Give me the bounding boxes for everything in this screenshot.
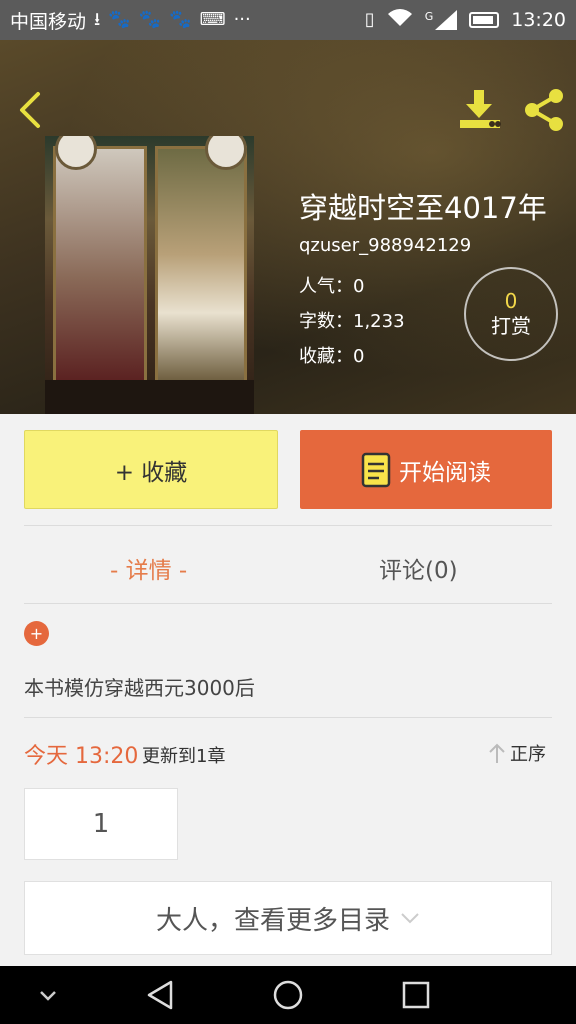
divider (24, 717, 552, 718)
carrier-label: 中国移动 (10, 10, 87, 33)
chapter-item[interactable]: 1 (24, 788, 178, 860)
status-right: ▯ G 13:20 (365, 0, 566, 40)
cover-panel-right (155, 146, 247, 386)
more-notifications-icon: ··· (233, 9, 251, 30)
download-button[interactable] (458, 88, 502, 132)
nav-back-button[interactable] (138, 966, 182, 1024)
reward-count: 0 (504, 289, 518, 313)
book-description: 本书模仿穿越西元3000后 (24, 676, 255, 700)
reward-label: 打赏 (491, 314, 531, 338)
word-count-stat: 字数：1,233 (299, 311, 405, 332)
system-nav-bar (0, 966, 576, 1024)
update-status: 更新到1章 (142, 746, 226, 767)
wifi-icon (387, 8, 413, 32)
update-time: 今天 13:20 (24, 744, 139, 769)
book-header: 穿越时空至4017年 qzuser_988942129 人气：0 字数：1,23… (0, 40, 576, 414)
chevron-down-icon (401, 913, 419, 924)
start-reading-label: 开始阅读 (399, 459, 491, 486)
keyboard-icon: ⌨ (199, 9, 226, 30)
clock-label: 13:20 (511, 9, 566, 31)
book-title: 穿越时空至4017年 (299, 191, 547, 225)
sort-order-button[interactable]: 正序 (488, 740, 546, 766)
tab-comments[interactable]: 评论(0) (379, 548, 458, 588)
back-arrow-icon (20, 92, 40, 128)
expand-description-button[interactable]: + (24, 621, 49, 646)
share-button[interactable] (522, 88, 566, 132)
vibrate-icon: ▯ (364, 9, 375, 30)
book-cover-image (45, 136, 254, 414)
tab-details[interactable]: - 详情 - (110, 548, 187, 588)
nav-home-icon (273, 980, 303, 1010)
arrow-up-icon (489, 743, 505, 763)
add-favorite-label: + 收藏 (114, 459, 188, 486)
nav-recent-button[interactable] (394, 966, 438, 1024)
sort-order-label: 正序 (510, 744, 546, 765)
back-button[interactable] (14, 90, 48, 130)
share-icon (525, 89, 563, 131)
popularity-stat: 人气：0 (299, 276, 365, 297)
favorites-stat: 收藏：0 (299, 346, 365, 367)
status-bar: 中国移动 ⭳ 🐾 🐾 🐾 ⌨ ··· ▯ G 13:20 (0, 0, 576, 40)
network-type-label: G (424, 10, 434, 23)
divider (24, 525, 552, 526)
paw-notification-icon: 🐾 (108, 9, 131, 30)
book-author[interactable]: qzuser_988942129 (299, 235, 471, 256)
nav-down-button[interactable] (30, 966, 66, 1024)
add-favorite-button[interactable]: + 收藏 (24, 430, 278, 509)
more-catalog-label: 大人，查看更多目录 (155, 905, 390, 936)
battery-icon (469, 12, 500, 28)
nav-home-button[interactable] (266, 966, 310, 1024)
divider (24, 603, 552, 604)
nav-down-icon (40, 991, 56, 1001)
paw-notification-icon-2: 🐾 (138, 9, 162, 30)
download-icon (460, 90, 501, 128)
nav-recent-icon (402, 981, 430, 1009)
signal-icon: G (425, 10, 458, 30)
book-icon (361, 452, 391, 487)
reward-button[interactable]: 0 打赏 (464, 267, 558, 361)
status-left: 中国移动 ⭳ 🐾 🐾 🐾 ⌨ ··· (10, 0, 251, 40)
more-catalog-button[interactable]: 大人，查看更多目录 (24, 881, 552, 955)
cover-panel-left (53, 146, 147, 386)
paw-notification-icon-3: 🐾 (169, 9, 192, 30)
start-reading-button[interactable]: 开始阅读 (300, 430, 552, 509)
nav-back-icon (147, 980, 173, 1010)
download-status-icon: ⭳ (94, 9, 101, 30)
cover-bottom-band (45, 380, 254, 414)
